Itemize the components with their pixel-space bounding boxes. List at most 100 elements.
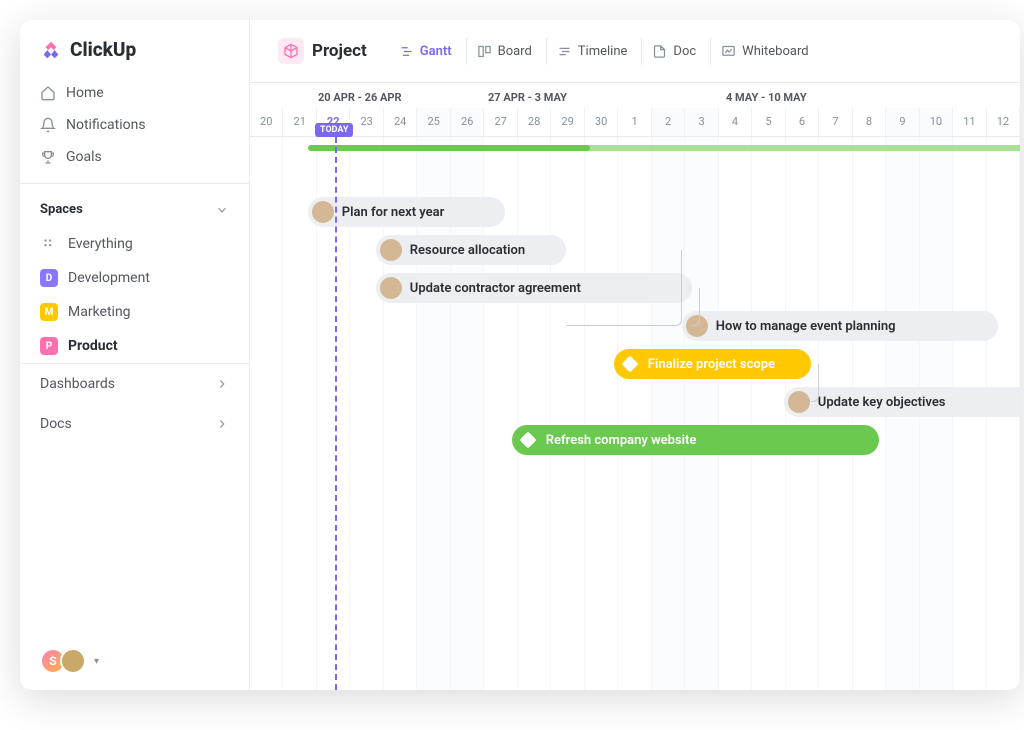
gantt-task[interactable]: Plan for next year <box>308 197 505 227</box>
day-cell[interactable]: 2 <box>652 108 685 136</box>
dropdown-caret-icon[interactable]: ▾ <box>94 656 99 667</box>
main-area: Project Gantt Board Timeline Doc <box>250 20 1020 690</box>
nav-goals[interactable]: Goals <box>28 141 241 173</box>
trophy-icon <box>40 149 56 165</box>
section-label: Docs <box>40 416 72 432</box>
cube-icon <box>278 38 304 64</box>
tab-label: Whiteboard <box>742 44 808 59</box>
assignee-avatar <box>788 391 810 413</box>
dashboards-section[interactable]: Dashboards <box>20 363 249 404</box>
section-title: Spaces <box>40 202 83 217</box>
assignee-avatar <box>686 315 708 337</box>
day-cell[interactable]: 20 <box>250 108 283 136</box>
day-cell[interactable]: 3 <box>685 108 718 136</box>
day-cell[interactable]: 12 <box>987 108 1020 136</box>
nav-label: Notifications <box>66 117 146 133</box>
space-badge: P <box>40 337 58 355</box>
bell-icon <box>40 117 56 133</box>
day-cell[interactable]: 11 <box>953 108 986 136</box>
gantt-task[interactable]: Update contractor agreement <box>376 273 692 303</box>
gantt-task[interactable]: Finalize project scope <box>614 349 811 379</box>
project-chip[interactable]: Project <box>268 32 377 70</box>
day-cell[interactable]: 21 <box>283 108 316 136</box>
space-badge: M <box>40 303 58 321</box>
summary-bar-progress <box>308 145 590 151</box>
chevron-right-icon <box>215 377 229 391</box>
timeline-icon <box>557 44 572 59</box>
day-cell[interactable]: 9 <box>886 108 919 136</box>
section-label: Dashboards <box>40 376 115 392</box>
day-cell[interactable]: 1 <box>618 108 651 136</box>
day-cell[interactable]: 29 <box>551 108 584 136</box>
day-cell[interactable]: 6 <box>786 108 819 136</box>
space-item-marketing[interactable]: MMarketing <box>20 295 249 329</box>
today-badge: TODAY <box>315 123 353 137</box>
task-label: Update key objectives <box>818 395 946 410</box>
gantt-task[interactable]: Update key objectives <box>784 387 1020 417</box>
assignee-avatar <box>380 239 402 261</box>
today-line <box>335 137 337 690</box>
home-icon <box>40 85 56 101</box>
space-label: Everything <box>68 236 133 252</box>
assignee-avatar <box>380 277 402 299</box>
space-item-development[interactable]: D Development <box>20 261 249 295</box>
diamond-icon <box>519 432 536 449</box>
tab-gantt[interactable]: Gantt <box>389 38 462 65</box>
date-range: 20 APR - 26 APR <box>250 83 488 108</box>
tab-whiteboard[interactable]: Whiteboard <box>710 38 818 65</box>
nav-home[interactable]: Home <box>28 77 241 109</box>
space-item-product[interactable]: PProduct <box>20 329 249 363</box>
user-avatar[interactable] <box>60 648 86 674</box>
day-cell[interactable]: 25 <box>417 108 450 136</box>
nav-label: Goals <box>66 149 102 165</box>
board-icon <box>477 44 492 59</box>
day-cell[interactable]: 30 <box>585 108 618 136</box>
diamond-icon <box>621 356 638 373</box>
date-range: 4 MAY - 10 MAY <box>726 83 964 108</box>
view-tabs: Gantt Board Timeline Doc Whiteboard <box>389 38 819 65</box>
tab-label: Timeline <box>578 44 628 59</box>
tab-doc[interactable]: Doc <box>641 38 706 65</box>
nav-notifications[interactable]: Notifications <box>28 109 241 141</box>
day-cell[interactable]: 24 <box>384 108 417 136</box>
day-cell[interactable]: 4 <box>719 108 752 136</box>
day-cell[interactable]: 5 <box>752 108 785 136</box>
space-badge: D <box>40 269 58 287</box>
gantt-task[interactable]: Resource allocation <box>376 235 566 265</box>
tab-label: Doc <box>673 44 696 59</box>
tab-timeline[interactable]: Timeline <box>546 38 638 65</box>
docs-section[interactable]: Docs <box>20 404 249 444</box>
tab-label: Gantt <box>420 44 452 59</box>
project-title: Project <box>312 41 367 61</box>
spaces-header[interactable]: Spaces <box>20 192 249 227</box>
tab-board[interactable]: Board <box>466 38 542 65</box>
chevron-right-icon <box>215 417 229 431</box>
space-label: Development <box>68 270 150 286</box>
sidebar-footer: S ▾ <box>20 632 249 690</box>
tab-label: Board <box>498 44 532 59</box>
task-label: Resource allocation <box>410 243 525 258</box>
logo[interactable]: ClickUp <box>20 20 249 75</box>
gantt-chart[interactable]: Plan for next year Resource allocation Upd… <box>250 137 1020 690</box>
sidebar: ClickUp Home Notifications Goals Spaces <box>20 20 250 690</box>
clickup-logo-icon <box>40 39 62 61</box>
day-cell[interactable]: 10 <box>920 108 953 136</box>
gantt-task[interactable]: How to manage event planning <box>682 311 998 341</box>
day-cell[interactable]: 23 <box>350 108 383 136</box>
task-label: Update contractor agreement <box>410 281 581 296</box>
day-cell[interactable]: 27 <box>484 108 517 136</box>
day-cell[interactable]: 8 <box>853 108 886 136</box>
assignee-avatar <box>312 201 334 223</box>
gantt-icon <box>399 44 414 59</box>
doc-icon <box>652 44 667 59</box>
task-label: Finalize project scope <box>648 357 775 372</box>
day-cell[interactable]: 7 <box>819 108 852 136</box>
day-cell[interactable]: 28 <box>518 108 551 136</box>
task-label: Plan for next year <box>342 205 445 220</box>
topbar: Project Gantt Board Timeline Doc <box>250 20 1020 83</box>
gantt-task[interactable]: Refresh company website <box>512 425 879 455</box>
space-everything[interactable]: Everything <box>20 227 249 261</box>
task-label: How to manage event planning <box>716 319 896 334</box>
day-cell[interactable]: 26 <box>451 108 484 136</box>
grid-icon <box>40 235 58 253</box>
